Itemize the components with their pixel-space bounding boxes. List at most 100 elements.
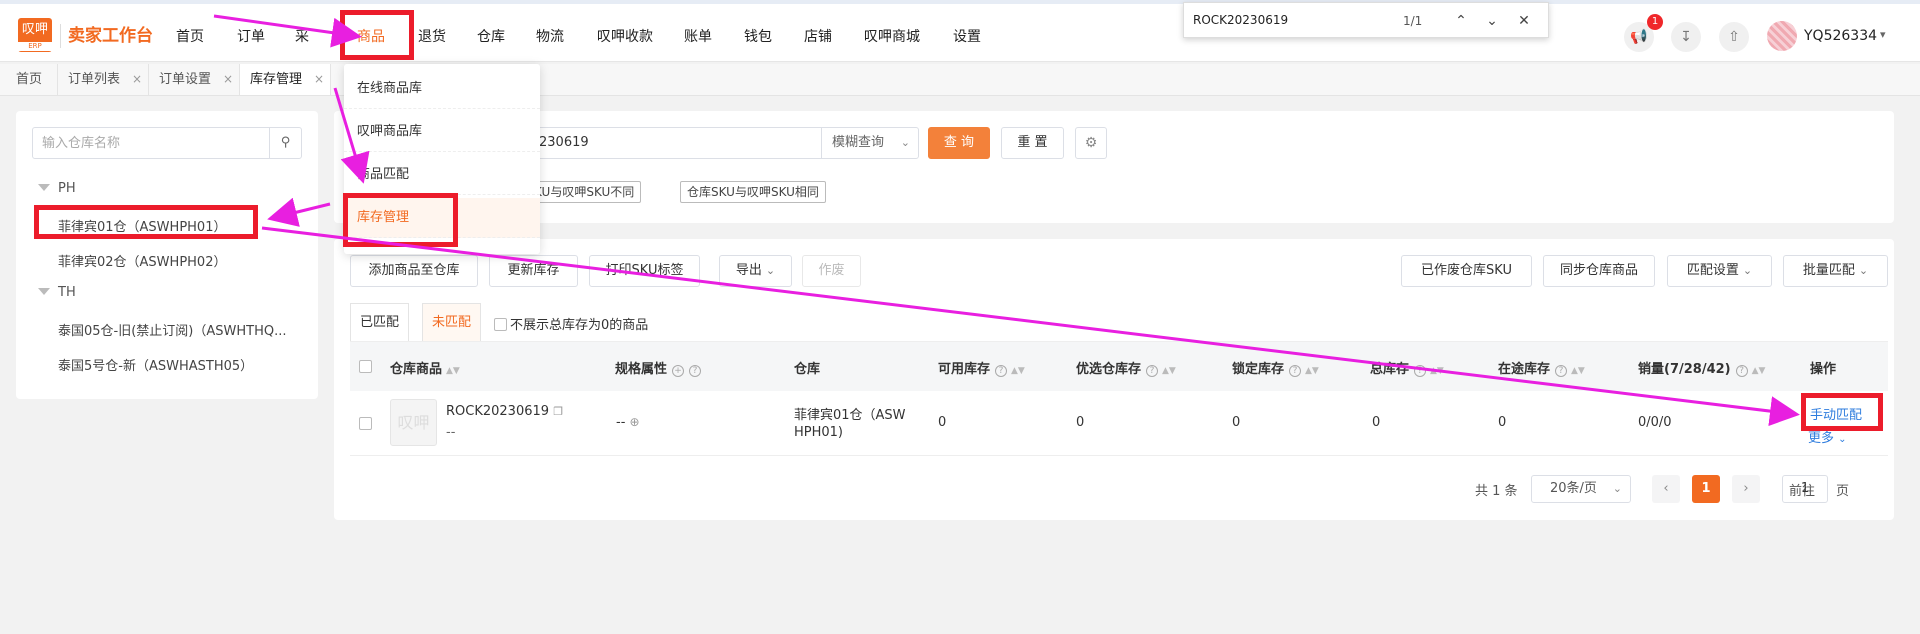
nav-settings[interactable]: 设置 <box>953 26 981 46</box>
column-header-total[interactable]: 总库存? ▲▼ <box>1370 358 1444 377</box>
page-number-current[interactable]: 1 <box>1692 475 1720 503</box>
nav-warehouse[interactable]: 仓库 <box>477 26 505 46</box>
sort-icon[interactable]: ▲▼ <box>1430 366 1444 376</box>
row-sku: ROCK20230619 ❐ <box>446 404 563 419</box>
column-label: 规格属性 <box>615 362 668 377</box>
help-icon[interactable]: ? <box>1555 365 1568 377</box>
keyword-search-field[interactable]: 230619 <box>528 127 822 159</box>
warehouse-group-th[interactable]: TH <box>38 285 76 300</box>
copy-icon[interactable]: ❐ <box>553 405 563 418</box>
reset-button[interactable]: 重 置 <box>1001 127 1064 159</box>
user-menu-chevron-icon[interactable]: ▾ <box>1880 28 1886 41</box>
find-query[interactable]: ROCK20230619 <box>1193 13 1288 27</box>
find-next-chevron-down-icon[interactable]: ⌄ <box>1483 12 1501 30</box>
help-icon[interactable]: ? <box>1146 365 1159 377</box>
sort-icon[interactable]: ▲▼ <box>1305 366 1319 376</box>
tab-inventory-management[interactable]: 库存管理 × <box>240 64 331 95</box>
filter-tag-sku-same[interactable]: 仓库SKU与叹呷SKU相同 <box>680 181 826 203</box>
tab-close-icon[interactable]: × <box>132 64 142 95</box>
username[interactable]: YQ526334 <box>1804 28 1877 44</box>
nav-orders[interactable]: 订单 <box>237 26 265 46</box>
goto-page-input[interactable]: 1 <box>1782 475 1828 503</box>
column-header-product[interactable]: 仓库商品 ▲▼ <box>390 358 460 377</box>
help-icon[interactable]: ? <box>1289 365 1302 377</box>
help-icon[interactable]: ? <box>689 365 702 377</box>
menu-item-platform-products[interactable]: 叹呷商品库 <box>344 112 540 152</box>
caret-down-icon[interactable] <box>38 184 50 191</box>
search-icon[interactable]: ⚲ <box>269 128 301 158</box>
add-product-to-warehouse-button[interactable]: 添加商品至仓库 <box>350 255 478 287</box>
add-circle-icon[interactable]: + <box>672 365 685 377</box>
avatar[interactable] <box>1767 21 1797 51</box>
column-header-transit[interactable]: 在途库存? ▲▼ <box>1498 358 1585 377</box>
sort-icon[interactable]: ▲▼ <box>1571 366 1585 376</box>
row-checkbox[interactable] <box>359 417 372 430</box>
find-close-icon[interactable]: ✕ <box>1515 12 1533 30</box>
batch-match-button[interactable]: 批量匹配 ⌄ <box>1783 255 1888 287</box>
tab-order-list[interactable]: 订单列表 × <box>58 64 149 95</box>
help-icon[interactable]: ? <box>1735 365 1748 377</box>
match-settings-button[interactable]: 匹配设置 ⌄ <box>1667 255 1772 287</box>
nav-mall[interactable]: 叹呷商城 <box>864 26 920 46</box>
print-sku-label-button[interactable]: 打印SKU标签 <box>589 255 700 287</box>
voided-sku-button[interactable]: 已作废仓库SKU <box>1401 255 1532 287</box>
menu-item-online-products[interactable]: 在线商品库 <box>344 69 540 109</box>
nav-store[interactable]: 店铺 <box>804 26 832 46</box>
help-icon[interactable]: ? <box>1414 365 1427 377</box>
nav-wallet[interactable]: 钱包 <box>744 26 772 46</box>
column-header-available[interactable]: 可用库存? ▲▼ <box>938 358 1025 377</box>
select-all-checkbox[interactable] <box>359 360 372 373</box>
hide-zero-stock-option[interactable]: 不展示总库存为0的商品 <box>494 314 648 333</box>
tab-home[interactable]: 首页 <box>6 64 58 95</box>
add-circle-icon[interactable]: ⊕ <box>630 415 640 429</box>
help-icon[interactable]: ? <box>995 365 1008 377</box>
page-size-select[interactable]: 20条/页 ⌄ <box>1531 475 1631 503</box>
next-page-chevron-right-icon[interactable]: › <box>1732 475 1760 503</box>
menu-item-product-matching[interactable]: 商品匹配 <box>344 155 540 195</box>
column-header-preferred[interactable]: 优选仓库存? ▲▼ <box>1076 358 1176 377</box>
prev-page-chevron-left-icon[interactable]: ‹ <box>1652 475 1680 503</box>
tab-close-icon[interactable]: × <box>314 64 324 95</box>
sort-icon[interactable]: ▲▼ <box>1752 366 1766 376</box>
warehouse-group-ph[interactable]: PH <box>38 181 76 196</box>
find-previous-chevron-up-icon[interactable]: ⌃ <box>1452 12 1470 30</box>
caret-down-icon[interactable] <box>38 288 50 295</box>
tab-label: 订单列表 <box>68 72 121 87</box>
warehouse-search: ⚲ <box>32 127 302 159</box>
update-stock-button[interactable]: 更新库存 <box>489 255 578 287</box>
column-label: 优选仓库存 <box>1076 362 1142 377</box>
query-button[interactable]: 查 询 <box>928 127 990 159</box>
tab-close-icon[interactable]: × <box>223 64 233 95</box>
sort-icon[interactable]: ▲▼ <box>1011 366 1025 376</box>
nav-logistics[interactable]: 物流 <box>536 26 564 46</box>
share-icon[interactable]: ⇧ <box>1719 22 1749 52</box>
warehouse-item-th05-old[interactable]: 泰国05仓-旧(禁止订阅)（ASWHTHQ... <box>58 320 287 339</box>
nav-bills[interactable]: 账单 <box>684 26 712 46</box>
match-mode-select[interactable]: 模糊查询 ⌄ <box>821 127 919 159</box>
void-button[interactable]: 作废 <box>802 255 861 287</box>
warehouse-item-th05-new[interactable]: 泰国5号仓-新（ASWHASTH05） <box>58 355 253 374</box>
app-logo[interactable]: 叹呷 ERP <box>18 18 52 52</box>
nav-payments[interactable]: 叹呷收款 <box>597 26 653 46</box>
nav-returns[interactable]: 退货 <box>418 26 446 46</box>
download-icon[interactable]: ↧ <box>1671 22 1701 52</box>
nav-home[interactable]: 首页 <box>176 26 204 46</box>
button-label: 匹配设置 <box>1686 263 1739 278</box>
sort-icon[interactable]: ▲▼ <box>446 366 460 376</box>
warehouse-item-ph02[interactable]: 菲律宾02仓（ASWHPH02） <box>58 251 226 270</box>
warehouse-search-input[interactable] <box>33 128 269 158</box>
hide-zero-stock-checkbox[interactable] <box>494 318 507 331</box>
sync-warehouse-products-button[interactable]: 同步仓库商品 <box>1543 255 1655 287</box>
column-header-sales[interactable]: 销量(7/28/42)? ▲▼ <box>1638 358 1765 377</box>
filter-tag-sku-different[interactable]: KU与叹呷SKU不同 <box>527 181 642 203</box>
column-header-operations: 操作 <box>1810 362 1837 377</box>
gear-icon[interactable]: ⚙ <box>1075 127 1107 159</box>
tab-order-settings[interactable]: 订单设置 × <box>149 64 240 95</box>
sort-icon[interactable]: ▲▼ <box>1162 366 1176 376</box>
export-button[interactable]: 导出 ⌄ <box>719 255 792 287</box>
tab-matched[interactable]: 已匹配 <box>350 303 410 341</box>
column-header-locked[interactable]: 锁定库存? ▲▼ <box>1232 358 1319 377</box>
nav-purchase[interactable]: 采 <box>295 26 309 46</box>
product-thumbnail[interactable]: 叹呷 <box>390 399 437 446</box>
tab-unmatched[interactable]: 未匹配 <box>422 303 482 341</box>
